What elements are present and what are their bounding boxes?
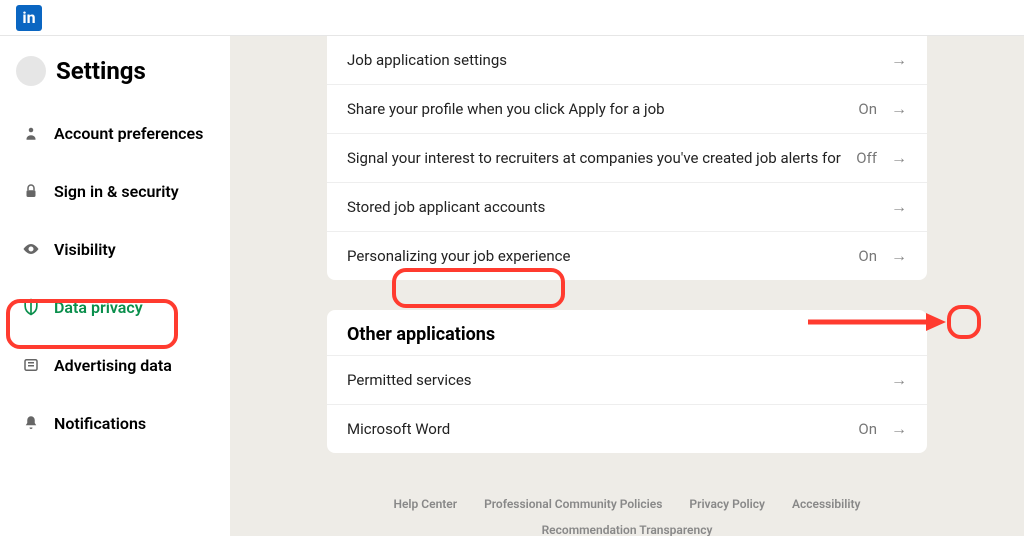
row-microsoft-word[interactable]: Microsoft Word On → — [327, 404, 927, 453]
lock-icon — [20, 180, 42, 202]
bell-icon — [20, 412, 42, 434]
settings-header: Settings — [16, 56, 214, 86]
footer: Help Center Professional Community Polic… — [327, 491, 927, 536]
row-share-profile-apply[interactable]: Share your profile when you click Apply … — [327, 84, 927, 133]
other-applications-card: Other applications Permitted services → … — [327, 310, 927, 453]
row-status: On — [858, 420, 877, 438]
arrow-right-icon: → — [891, 246, 907, 266]
sidebar-item-data-privacy[interactable]: Data privacy — [16, 284, 214, 330]
sidebar-item-advertising-data[interactable]: Advertising data — [16, 342, 214, 388]
footer-link[interactable]: Recommendation Transparency — [542, 523, 713, 536]
sidebar-item-label: Visibility — [54, 240, 116, 259]
content-area: Job application settings → Share your pr… — [230, 36, 1024, 536]
row-label: Microsoft Word — [347, 420, 450, 438]
sidebar-item-account-preferences[interactable]: Account preferences — [16, 110, 214, 156]
arrow-right-icon: → — [891, 148, 907, 168]
footer-link[interactable]: Accessibility — [792, 497, 861, 511]
row-label: Personalizing your job experience — [347, 247, 570, 265]
sidebar-item-label: Advertising data — [54, 356, 172, 375]
eye-icon — [20, 238, 42, 260]
sidebar-item-visibility[interactable]: Visibility — [16, 226, 214, 272]
row-label: Stored job applicant accounts — [347, 198, 545, 216]
section-title-other-applications: Other applications — [327, 310, 927, 355]
sidebar-item-label: Data privacy — [54, 298, 143, 317]
avatar[interactable] — [16, 56, 46, 86]
arrow-right-icon: → — [891, 370, 907, 390]
top-bar: in — [0, 0, 1024, 36]
row-personalizing-job-experience[interactable]: Personalizing your job experience On → — [327, 231, 927, 280]
sidebar-item-label: Notifications — [54, 414, 146, 433]
footer-link[interactable]: Professional Community Policies — [484, 497, 662, 511]
row-label: Signal your interest to recruiters at co… — [347, 149, 841, 167]
page-title: Settings — [56, 57, 146, 85]
arrow-right-icon: → — [891, 50, 907, 70]
arrow-right-icon: → — [891, 419, 907, 439]
row-job-application-settings[interactable]: Job application settings → — [327, 36, 927, 84]
row-permitted-services[interactable]: Permitted services → — [327, 355, 927, 404]
row-label: Share your profile when you click Apply … — [347, 100, 665, 118]
footer-link[interactable]: Privacy Policy — [689, 497, 765, 511]
footer-link[interactable]: Help Center — [393, 497, 457, 511]
sidebar-item-label: Sign in & security — [54, 182, 179, 201]
row-status: Off — [856, 149, 877, 167]
jobs-settings-card: Job application settings → Share your pr… — [327, 36, 927, 280]
sidebar-item-label: Account preferences — [54, 124, 203, 143]
row-status: On — [858, 100, 877, 118]
row-label: Permitted services — [347, 371, 472, 389]
linkedin-logo[interactable]: in — [16, 5, 42, 31]
row-stored-job-accounts[interactable]: Stored job applicant accounts → — [327, 182, 927, 231]
shield-icon — [20, 296, 42, 318]
row-signal-interest-recruiters[interactable]: Signal your interest to recruiters at co… — [327, 133, 927, 182]
sidebar-item-notifications[interactable]: Notifications — [16, 400, 214, 446]
sidebar: Settings Account preferences Sign in & s… — [0, 36, 230, 536]
newspaper-icon — [20, 354, 42, 376]
arrow-right-icon: → — [891, 99, 907, 119]
person-icon — [20, 122, 42, 144]
arrow-right-icon: → — [891, 197, 907, 217]
row-status: On — [858, 247, 877, 265]
sidebar-item-sign-in-security[interactable]: Sign in & security — [16, 168, 214, 214]
row-label: Job application settings — [347, 51, 507, 69]
